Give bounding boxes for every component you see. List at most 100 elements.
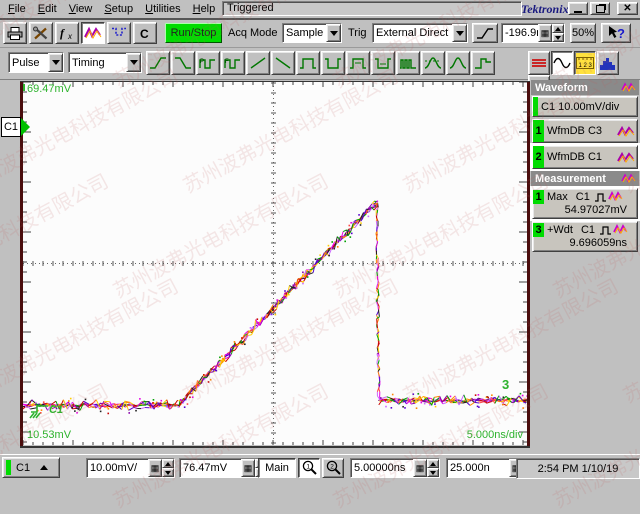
- low-level-button[interactable]: [321, 51, 345, 75]
- channel-marker-arrow-icon: [21, 118, 30, 136]
- run-stop-button[interactable]: Run/Stop: [165, 23, 222, 43]
- keypad-icon[interactable]: ▦: [538, 24, 552, 42]
- measurement-number-badge: 3: [533, 223, 544, 237]
- trig-level-field[interactable]: -196.9mV ▦: [501, 23, 565, 43]
- trig-source-select[interactable]: External Direct: [372, 23, 468, 43]
- category-dropdown-button[interactable]: [48, 53, 63, 72]
- waveform-icon: [617, 151, 635, 164]
- magnifier-2-icon: 2: [325, 460, 342, 476]
- settling-time-button[interactable]: [471, 51, 495, 75]
- zoom-1-button[interactable]: 1: [298, 458, 320, 478]
- high-level-button[interactable]: [296, 51, 320, 75]
- subcategory-dropdown-button[interactable]: [126, 53, 141, 72]
- acq-mode-select[interactable]: Sample: [282, 23, 342, 43]
- mask-button[interactable]: [107, 22, 131, 44]
- horizontal-scale-value: 5.00000ns: [351, 462, 413, 474]
- zoom-2-button[interactable]: 2: [322, 458, 344, 478]
- context-help-button[interactable]: ?: [601, 23, 631, 43]
- cursors-button[interactable]: [528, 51, 550, 75]
- trig-level-spinner[interactable]: [552, 24, 564, 42]
- vertical-scale-spinner[interactable]: [162, 459, 174, 477]
- channel-select-button[interactable]: C1: [2, 457, 60, 478]
- category-select[interactable]: Pulse: [8, 52, 64, 73]
- measurement-readout-icon: 1 2 3: [576, 56, 594, 70]
- waveform-row-1[interactable]: C1 10.00mV/div: [532, 96, 638, 117]
- waveform-row-3[interactable]: 2WfmDB C1: [532, 145, 638, 169]
- negative-width-button[interactable]: [371, 51, 395, 75]
- mask-icon: [110, 26, 128, 40]
- waveform-display-icon: [84, 26, 102, 40]
- toolbar-icon-group: fx C: [3, 22, 159, 44]
- tools-button[interactable]: [29, 22, 53, 44]
- minimize-button[interactable]: [568, 2, 588, 15]
- datetime-panel: 2:54 PM 1/10/19: [516, 458, 640, 479]
- channel-color-stripe: [6, 460, 11, 475]
- clear-button[interactable]: C: [133, 22, 157, 44]
- gaussian-shape-button[interactable]: [446, 51, 470, 75]
- waveform-view-button[interactable]: [551, 51, 573, 75]
- negative-slope-button[interactable]: [271, 51, 295, 75]
- acq-mode-dropdown-button[interactable]: [326, 24, 341, 42]
- ground-channel-label: C1: [49, 404, 63, 416]
- waveform-plot[interactable]: 69.47mV 10.53mV 5.000ns/div 3 C1: [23, 82, 527, 445]
- chevron-up-icon: [40, 465, 48, 470]
- positive-width-button[interactable]: [346, 51, 370, 75]
- measurement-source: C1: [573, 224, 595, 236]
- menu-item-file[interactable]: File: [2, 1, 32, 17]
- measurement-row-3[interactable]: 3+WdtC19.696059ns: [532, 221, 638, 252]
- measurement-readout-button[interactable]: 1 2 3: [574, 51, 596, 75]
- svg-text:1: 1: [306, 464, 310, 471]
- settling-time-icon: [474, 56, 492, 70]
- menu-item-help[interactable]: Help: [187, 1, 222, 17]
- waveform-icon: [621, 82, 637, 93]
- measurement-row-line1: 3+WdtC1: [533, 222, 637, 237]
- printer-button[interactable]: [3, 22, 27, 44]
- frequency-button[interactable]: F: [221, 51, 245, 75]
- set-50-percent-button[interactable]: 50%: [570, 23, 596, 43]
- subcategory-select[interactable]: Timing: [68, 52, 142, 73]
- keypad-icon[interactable]: ▦: [148, 459, 162, 477]
- vertical-offset-field[interactable]: 76.47mV▦: [179, 458, 268, 478]
- cursors-icon: [530, 56, 548, 70]
- channel-marker[interactable]: C1: [1, 117, 29, 137]
- menu-item-utilities[interactable]: Utilities: [139, 1, 186, 17]
- formula-button[interactable]: fx: [55, 22, 79, 44]
- fall-time-button[interactable]: [171, 51, 195, 75]
- burst-width-icon: [399, 56, 417, 70]
- horizontal-scale-field[interactable]: 5.00000ns▦: [350, 458, 440, 478]
- waveform-display-button[interactable]: [81, 22, 105, 44]
- measurement-value: 9.696059ns: [533, 237, 637, 251]
- waveform-icon: [608, 191, 623, 202]
- positive-slope-button[interactable]: [246, 51, 270, 75]
- waveform-row-label: C1 10.00mV/div: [538, 101, 637, 113]
- menu-item-view[interactable]: View: [63, 1, 99, 17]
- vertical-scale-field[interactable]: 10.00mV/▦: [86, 458, 175, 478]
- horizontal-fields: 5.00000ns▦25.000n▦: [350, 458, 536, 478]
- measurement-value: 54.97027mV: [533, 204, 637, 218]
- horizontal-scale-spinner[interactable]: [427, 459, 439, 477]
- waveform-row-2[interactable]: 1WfmDB C3: [532, 119, 638, 143]
- measurement-row-1[interactable]: 1MaxC154.97027mV: [532, 188, 638, 219]
- period-button[interactable]: P: [196, 51, 220, 75]
- keypad-icon[interactable]: ▦: [413, 459, 427, 477]
- menu-item-setup[interactable]: Setup: [98, 1, 139, 17]
- positive-overshoot-button[interactable]: [421, 51, 445, 75]
- minimize-icon: [574, 11, 582, 13]
- menu-item-edit[interactable]: Edit: [32, 1, 63, 17]
- category-value: Pulse: [9, 57, 48, 69]
- burst-width-button[interactable]: [396, 51, 420, 75]
- svg-text:2: 2: [330, 464, 334, 471]
- svg-text:1 2 3: 1 2 3: [579, 63, 593, 69]
- pulse-glyph-icon: [590, 191, 608, 203]
- close-button[interactable]: ✕: [617, 2, 638, 15]
- histogram-button[interactable]: [597, 51, 619, 75]
- rise-time-button[interactable]: [146, 51, 170, 75]
- keypad-icon[interactable]: ▦: [241, 459, 255, 477]
- trig-slope-button[interactable]: [472, 23, 498, 43]
- restore-button[interactable]: [590, 2, 610, 15]
- pulse-glyph-icon: [595, 224, 613, 236]
- trig-source-dropdown-button[interactable]: [452, 24, 467, 42]
- main-view-button[interactable]: Main: [258, 458, 296, 478]
- vertical-scale-value: 10.00mV/: [87, 462, 148, 474]
- positive-slope-icon: [249, 56, 267, 70]
